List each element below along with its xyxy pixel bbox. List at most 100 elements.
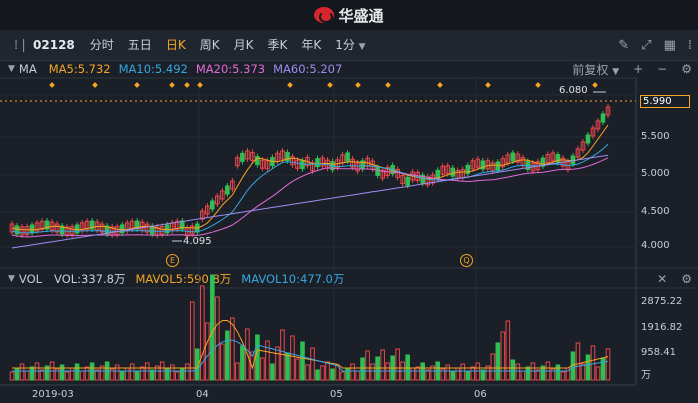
volume-bar: [525, 366, 531, 381]
volume-bar: [490, 353, 496, 381]
candle-body: [600, 113, 606, 123]
volume-bar: [124, 367, 130, 381]
volume-bar: [24, 370, 30, 381]
volume-bar: [605, 348, 611, 381]
ma-line: [11, 143, 609, 234]
volume-bar: [415, 366, 420, 381]
volume-bar: [64, 371, 70, 381]
candle-body: [225, 185, 230, 195]
volume-bar: [500, 331, 506, 381]
earnings-marker[interactable]: E: [166, 254, 179, 267]
volume-bar: [320, 365, 325, 381]
vol-axis-label: 2875.22: [641, 296, 683, 307]
volume-bar: [174, 371, 180, 381]
candle-body: [240, 152, 245, 162]
volume-bar: [310, 347, 315, 381]
volume-bar: [114, 364, 120, 381]
candle-body: [210, 200, 215, 210]
volume-bar: [315, 369, 320, 381]
current-price-tag: 5.990: [640, 95, 690, 108]
volume-bar: [290, 335, 295, 381]
candle-body: [14, 225, 20, 235]
candle-body: [405, 176, 410, 186]
volume-bar: [220, 343, 225, 381]
price-axis-label: 5.500: [641, 131, 670, 142]
quarter-marker[interactable]: Q: [460, 254, 473, 267]
volume-bar: [134, 370, 140, 381]
volume-bar: [200, 285, 205, 381]
volume-bar: [455, 367, 461, 381]
volume-bar: [260, 357, 265, 381]
vol-axis-label: 958.41: [641, 347, 676, 358]
volume-bar: [300, 341, 305, 381]
volume-bar: [595, 366, 601, 381]
ma-line: [11, 157, 609, 238]
volume-bar: [560, 371, 566, 381]
candle-body: [345, 152, 350, 162]
volume-bar: [575, 342, 581, 381]
volume-bar: [29, 366, 35, 381]
volume-bar: [270, 363, 275, 381]
volume-bar: [395, 348, 400, 381]
volume-bar: [450, 371, 456, 381]
volume-bar: [169, 364, 175, 381]
candle-body: [375, 166, 380, 176]
candle-body: [585, 134, 591, 144]
volume-bar: [205, 322, 210, 381]
ma-line: [11, 124, 609, 231]
date-label: 04: [196, 389, 209, 400]
price-axis-label: 5.000: [641, 168, 670, 179]
date-label: 05: [330, 389, 343, 400]
ma60-line: [11, 154, 609, 249]
volume-bar: [119, 371, 125, 381]
volume-bar: [139, 366, 145, 381]
volume-bar: [345, 367, 350, 381]
candle-body: [74, 224, 80, 234]
volume-bar: [330, 368, 335, 381]
volume-bar: [600, 357, 606, 381]
volume-bar: [360, 357, 365, 381]
high-price-label: 6.080: [559, 85, 588, 96]
price-axis-label: 4.500: [641, 206, 670, 217]
vol-unit-label: 万: [641, 370, 651, 381]
volume-bar: [84, 366, 90, 381]
volume-bar: [275, 346, 280, 381]
volume-bar: [460, 363, 466, 381]
volume-bar: [69, 367, 75, 381]
volume-bar: [510, 359, 516, 381]
volume-bar: [285, 352, 290, 381]
volume-bar: [470, 366, 476, 381]
volume-bar: [210, 274, 215, 381]
low-price-label: 4.095: [183, 236, 212, 247]
volume-bar: [179, 367, 185, 381]
volume-bar: [515, 363, 521, 381]
volume-bar: [295, 358, 300, 381]
date-label: 06: [474, 389, 487, 400]
volume-bar: [580, 363, 586, 381]
volume-bar: [410, 367, 415, 381]
volume-bar: [14, 367, 20, 381]
volume-bar: [520, 370, 526, 381]
volume-bar: [555, 364, 561, 381]
kline-chart[interactable]: [0, 0, 698, 403]
price-axis-label: 4.000: [641, 240, 670, 251]
volume-bar: [215, 296, 220, 381]
volume-bar: [355, 370, 360, 381]
volume-bar: [79, 370, 85, 381]
mavol5-line: [12, 320, 609, 370]
volume-bar: [129, 363, 135, 381]
volume-bar: [585, 354, 591, 381]
volume-bar: [225, 330, 230, 381]
candle-body: [119, 224, 125, 234]
candle-body: [495, 161, 501, 171]
volume-bar: [370, 363, 375, 381]
volume-bar: [365, 350, 370, 381]
volume-bar: [19, 363, 25, 381]
date-label: 2019-03: [32, 389, 74, 400]
volume-bar: [255, 334, 260, 381]
candle-body: [315, 158, 320, 168]
candle-body: [29, 224, 35, 234]
volume-bar: [590, 345, 596, 381]
volume-bar: [380, 349, 385, 381]
candle-body: [450, 167, 456, 177]
